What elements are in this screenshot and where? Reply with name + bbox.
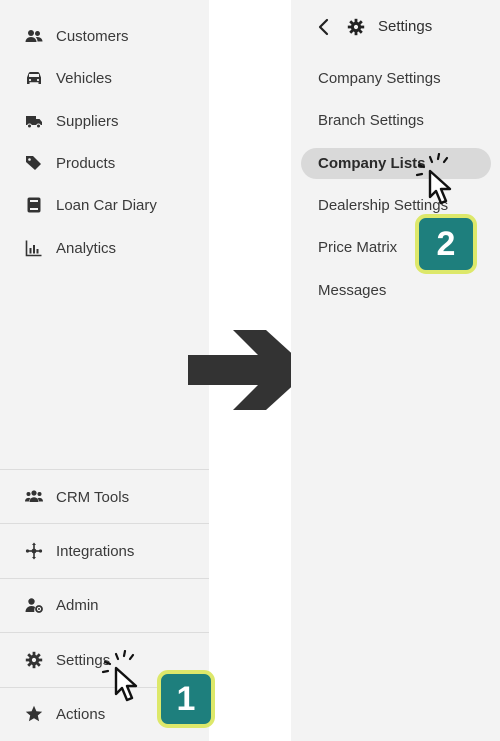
sidebar-item-label: CRM Tools (56, 488, 130, 506)
divider (0, 632, 209, 633)
sidebar-item-label: Integrations (56, 542, 135, 560)
admin-icon (25, 596, 43, 614)
chart-icon (25, 239, 43, 257)
sidebar-item-label: Analytics (56, 239, 117, 257)
pointer-cursor-icon (101, 650, 138, 702)
sidebar-item-admin[interactable]: Admin (0, 585, 209, 625)
truck-icon (25, 112, 43, 130)
chevron-left-icon[interactable] (316, 17, 332, 37)
step-badge-1: 1 (157, 670, 215, 728)
sidebar-item-integrations[interactable]: Integrations (0, 531, 209, 571)
sidebar-item-label: Products (56, 154, 116, 172)
sidebar-item-customers[interactable]: Customers (0, 16, 209, 56)
menu-item-company-lists[interactable]: Company Lists (318, 155, 426, 172)
diary-icon (25, 196, 43, 214)
menu-item-branch-settings[interactable]: Branch Settings (318, 112, 424, 129)
sidebar-item-label: Customers (56, 27, 129, 45)
pointer-cursor-icon (415, 153, 452, 205)
star-icon (25, 705, 43, 723)
sidebar-item-loan-car-diary[interactable]: Loan Car Diary (0, 185, 209, 225)
sidebar-item-label: Actions (56, 705, 106, 723)
divider (0, 523, 209, 524)
step-badge-2: 2 (415, 214, 477, 274)
sidebar-item-label: Suppliers (56, 112, 119, 130)
menu-item-company-settings[interactable]: Company Settings (318, 70, 441, 87)
sidebar-item-vehicles[interactable]: Vehicles (0, 58, 209, 98)
customers-icon (25, 27, 43, 45)
settings-panel: Settings Company Settings Branch Setting… (291, 0, 500, 741)
main-sidebar: Customers Vehicles Suppliers Products Lo… (0, 0, 215, 741)
sidebar-item-crm-tools[interactable]: CRM Tools (0, 477, 209, 517)
sidebar-item-analytics[interactable]: Analytics (0, 228, 209, 268)
menu-item-price-matrix[interactable]: Price Matrix (318, 239, 397, 256)
integrations-icon (25, 542, 43, 560)
car-icon (25, 69, 43, 87)
panel-title: Settings (378, 18, 433, 35)
tag-icon (25, 154, 43, 172)
divider (0, 578, 209, 579)
gear-icon (347, 18, 365, 36)
menu-item-messages[interactable]: Messages (318, 282, 386, 299)
sidebar-item-label: Admin (56, 596, 99, 614)
divider (0, 469, 209, 470)
sidebar-item-products[interactable]: Products (0, 143, 209, 183)
sidebar-item-suppliers[interactable]: Suppliers (0, 101, 209, 141)
sidebar-item-label: Vehicles (56, 69, 112, 87)
sidebar-item-label: Loan Car Diary (56, 196, 157, 214)
group-icon (25, 488, 43, 506)
gear-icon (25, 651, 43, 669)
